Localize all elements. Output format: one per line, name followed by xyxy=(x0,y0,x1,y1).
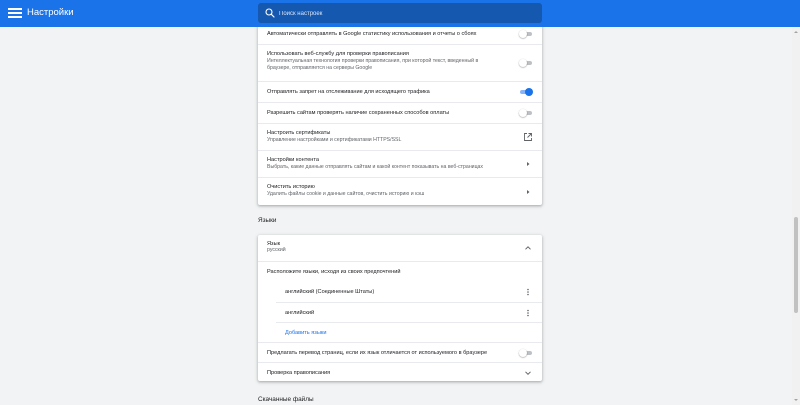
more-vert-icon[interactable] xyxy=(523,287,533,297)
content-settings-label: Настройки контента xyxy=(267,157,320,163)
add-languages-row: Добавить языки xyxy=(276,322,542,342)
language-name: английский (Соединенные Штаты) xyxy=(285,289,375,295)
payment-methods-toggle[interactable] xyxy=(519,109,533,117)
language-list-item: английский (Соединенные Штаты) xyxy=(276,282,542,302)
chevron-right-icon[interactable] xyxy=(523,159,533,169)
top-bar: Настройки xyxy=(0,0,800,27)
translate-toggle[interactable] xyxy=(519,349,533,357)
chevron-right-icon[interactable] xyxy=(523,187,533,197)
certificates-row[interactable]: Настроить сертификаты Управление настрой… xyxy=(258,123,542,150)
page-title: Настройки xyxy=(27,7,74,18)
spellcheck-service-desc: Интеллектуальная технология проверки пра… xyxy=(267,58,479,72)
spellcheck-row[interactable]: Проверка правописания xyxy=(258,362,542,381)
clear-history-label: Очистить историю xyxy=(267,184,315,190)
spellcheck-label: Проверка правописания xyxy=(267,370,331,376)
language-list-item: английский xyxy=(276,302,542,322)
payment-methods-row[interactable]: Разрешить сайтам проверять наличие сохра… xyxy=(258,102,542,123)
usage-stats-label: Автоматически отправлять в Google статис… xyxy=(267,31,477,37)
spellcheck-service-row[interactable]: Использовать веб-службу для проверки пра… xyxy=(258,44,542,81)
settings-content: Автоматически отправлять в Google статис… xyxy=(0,27,800,405)
search-input[interactable] xyxy=(277,5,531,23)
content-settings-row[interactable]: Настройки контента Выбрать, какие данные… xyxy=(258,150,542,177)
languages-section-title: Языки xyxy=(258,217,277,224)
do-not-track-row[interactable]: Отправлять запрет на отслеживание для ис… xyxy=(258,81,542,102)
language-row[interactable]: Язык русский xyxy=(258,235,542,261)
scroll-up-icon[interactable] xyxy=(793,29,799,35)
translate-row[interactable]: Предлагать перевод страниц, если их язык… xyxy=(258,342,542,362)
clear-history-row[interactable]: Очистить историю Удалить файлы cookie и … xyxy=(258,177,542,205)
certificates-desc: Управление настройками и сертификатами H… xyxy=(267,137,402,143)
chevron-up-icon[interactable] xyxy=(523,243,533,253)
spellcheck-service-label: Использовать веб-службу для проверки пра… xyxy=(267,51,409,57)
add-languages-link[interactable]: Добавить языки xyxy=(285,329,326,337)
do-not-track-toggle[interactable] xyxy=(519,88,533,96)
scrollbar-thumb[interactable] xyxy=(794,217,798,313)
search-icon xyxy=(265,8,275,18)
language-order-row: Расположите языки, исходя из своих предп… xyxy=(258,261,542,282)
more-vert-icon[interactable] xyxy=(523,308,533,318)
payment-methods-label: Разрешить сайтам проверять наличие сохра… xyxy=(267,110,450,116)
language-order-label: Расположите языки, исходя из своих предп… xyxy=(267,269,401,275)
translate-label: Предлагать перевод страниц, если их язык… xyxy=(267,350,488,356)
menu-icon[interactable] xyxy=(8,6,22,20)
downloads-section-title: Скачанные файлы xyxy=(258,396,314,403)
certificates-label: Настроить сертификаты xyxy=(267,130,331,136)
privacy-card: Автоматически отправлять в Google статис… xyxy=(258,27,542,205)
do-not-track-label: Отправлять запрет на отслеживание для ис… xyxy=(267,89,430,95)
search-box[interactable] xyxy=(258,3,542,23)
usage-stats-toggle[interactable] xyxy=(519,30,533,38)
usage-stats-row[interactable]: Автоматически отправлять в Google статис… xyxy=(258,27,542,44)
chevron-down-icon[interactable] xyxy=(523,368,533,378)
languages-card: Язык русский Расположите языки, исходя и… xyxy=(258,235,542,381)
content-settings-desc: Выбрать, какие данные отправлять сайтам … xyxy=(267,164,484,170)
external-link-icon[interactable] xyxy=(523,132,533,142)
clear-history-desc: Удалить файлы cookie и данные сайтов, оч… xyxy=(267,191,425,197)
spellcheck-service-toggle[interactable] xyxy=(519,59,533,67)
scroll-down-icon[interactable] xyxy=(793,397,799,403)
language-value: русский xyxy=(267,247,286,253)
scrollbar[interactable] xyxy=(792,27,800,405)
language-name: английский xyxy=(285,310,315,316)
